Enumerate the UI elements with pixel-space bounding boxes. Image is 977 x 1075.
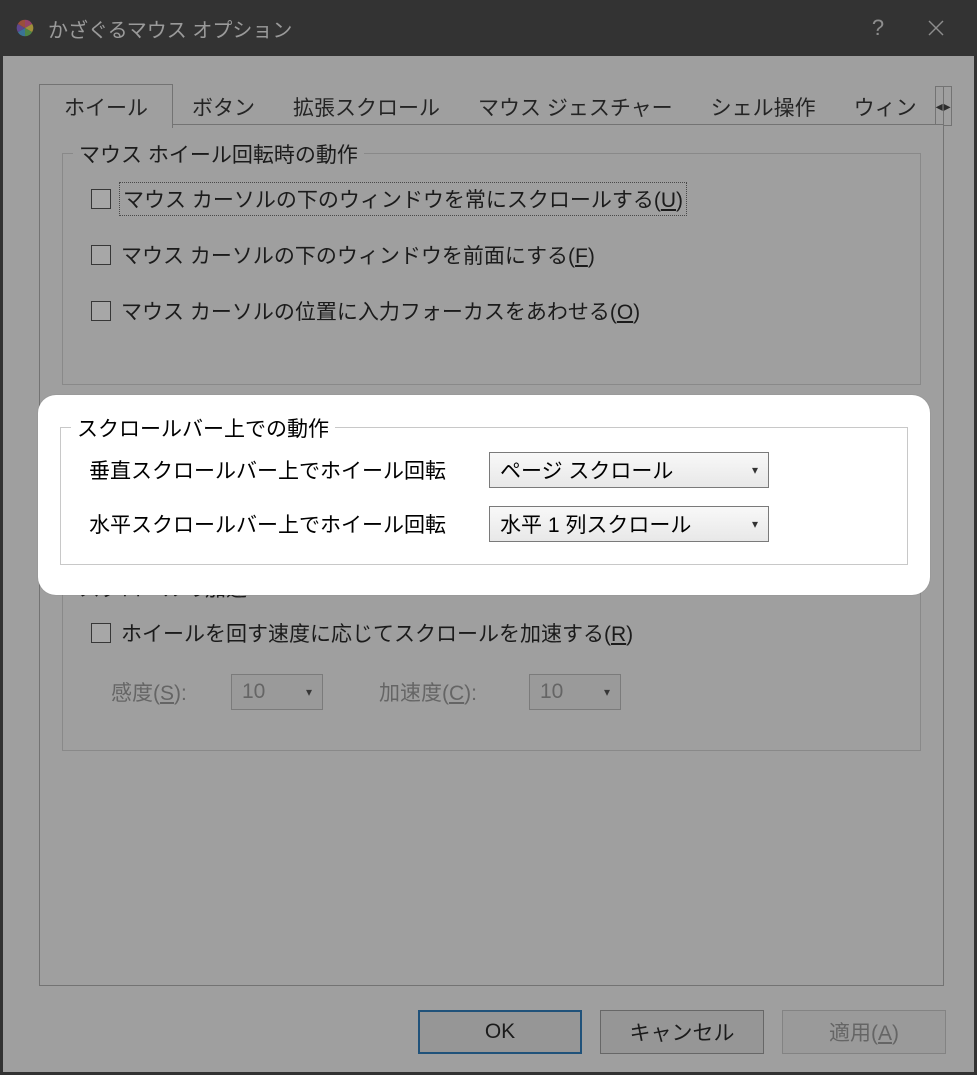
tab-wheel[interactable]: ホイール [39,84,173,128]
tab-scroll-right[interactable]: ▸ [943,86,952,126]
tab-label: ウィン [854,92,917,122]
button-label: キャンセル [630,1017,735,1047]
checkbox-scroll-under-cursor[interactable]: マウス カーソルの下のウィンドウを常にスクロールする(U) [91,184,685,214]
select-vertical-scroll[interactable]: ページ スクロール ▾ [489,452,769,488]
help-button[interactable]: ? [849,15,907,41]
dialog-buttons: OK キャンセル 適用(A) [418,1010,946,1054]
tab-label: マウス ジェスチャー [478,92,673,122]
select-acceleration: 10 ▾ [529,674,621,710]
checkbox-label: マウス カーソルの下のウィンドウを常にスクロールする(U) [121,184,685,214]
tab-label: 拡張スクロール [293,92,440,122]
chevron-down-icon: ▾ [306,685,312,699]
checkbox-bring-to-front[interactable]: マウス カーソルの下のウィンドウを前面にする(F) [91,240,595,270]
chevron-left-icon: ◂ [936,98,943,115]
field-label: 垂直スクロールバー上でホイール回転 [89,455,489,485]
checkbox-accelerate-scroll[interactable]: ホイールを回す速度に応じてスクロールを加速する(R) [91,618,633,648]
select-sensitivity: 10 ▾ [231,674,323,710]
group-legend: スクロールバー上での動作 [71,413,335,443]
checkbox-label: ホイールを回す速度に応じてスクロールを加速する(R) [121,618,633,648]
group-wheel-behavior: マウス ホイール回転時の動作 マウス カーソルの下のウィンドウを常にスクロールす… [62,153,921,385]
window-title: かざぐるマウス オプション [48,14,292,43]
chevron-down-icon: ▾ [752,463,758,477]
ok-button[interactable]: OK [418,1010,582,1054]
close-icon [928,20,944,36]
group-legend: マウス ホイール回転時の動作 [73,139,364,169]
field-label: 水平スクロールバー上でホイール回転 [89,509,489,539]
chevron-down-icon: ▾ [752,517,758,531]
checkbox-label: マウス カーソルの下のウィンドウを前面にする(F) [121,240,595,270]
checkbox-icon [91,189,111,209]
select-value: 10 [540,680,563,704]
titlebar: かざぐるマウス オプション ? [0,0,977,56]
select-horizontal-scroll[interactable]: 水平 1 列スクロール ▾ [489,506,769,542]
apply-button: 適用(A) [782,1010,946,1054]
tab-ext-scroll[interactable]: 拡張スクロール [274,86,459,126]
checkbox-icon [91,245,111,265]
tab-gesture[interactable]: マウス ジェスチャー [459,86,692,126]
tab-strip: ホイール ボタン 拡張スクロール マウス ジェスチャー シェル操作 ウィン ◂ … [39,84,944,126]
checkbox-focus-under-cursor[interactable]: マウス カーソルの位置に入力フォーカスをあわせる(O) [91,296,640,326]
app-icon [14,17,36,39]
chevron-right-icon: ▸ [944,98,951,115]
row-acceleration-params: 感度(S): 10 ▾ 加速度(C): 10 ▾ [111,674,892,710]
acceleration-label: 加速度(C): [379,677,529,707]
tab-shell[interactable]: シェル操作 [692,86,835,126]
tab-label: シェル操作 [711,92,816,122]
checkbox-label: マウス カーソルの位置に入力フォーカスをあわせる(O) [121,296,640,326]
cancel-button[interactable]: キャンセル [600,1010,764,1054]
checkbox-icon [91,301,111,321]
button-label: OK [485,1020,515,1044]
tab-label: ホイール [64,92,148,122]
checkbox-icon [91,623,111,643]
tab-window[interactable]: ウィン [835,86,936,126]
highlight-region: スクロールバー上での動作 垂直スクロールバー上でホイール回転 ページ スクロール… [38,395,930,595]
select-value: 10 [242,680,265,704]
sensitivity-label: 感度(S): [111,677,231,707]
select-value: 水平 1 列スクロール [500,509,691,539]
tab-button[interactable]: ボタン [173,86,274,126]
close-button[interactable] [907,0,965,56]
chevron-down-icon: ▾ [604,685,610,699]
button-label: 適用(A) [829,1017,899,1047]
select-value: ページ スクロール [500,455,673,485]
tab-label: ボタン [192,92,255,122]
group-scroll-acceleration: スクロールの加速 ホイールを回す速度に応じてスクロールを加速する(R) 感度(S… [62,587,921,751]
